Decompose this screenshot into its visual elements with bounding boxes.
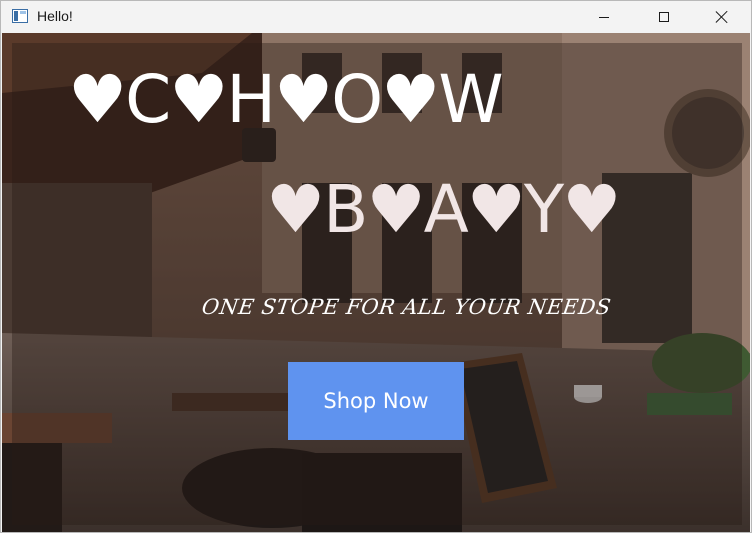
window-title: Hello! [37, 8, 73, 24]
close-icon [715, 10, 729, 24]
title-bar[interactable]: Hello! [1, 1, 751, 33]
hero-tagline: ONE STOPE FOR ALL YOUR NEEDS [200, 295, 613, 319]
main-content: ♥C♥H♥O♥W ♥B♥A♥Y♥ ONE STOPE FOR ALL YOUR … [2, 33, 750, 532]
hero-title-line2: ♥B♥A♥Y♥ [266, 171, 621, 248]
maximize-icon [659, 12, 669, 22]
shop-now-button[interactable]: Shop Now [288, 362, 464, 440]
minimize-button[interactable] [581, 1, 627, 33]
app-window-icon [12, 9, 28, 23]
maximize-button[interactable] [641, 1, 687, 33]
minimize-icon [599, 16, 609, 18]
app-window: Hello! ♥C♥H♥O♥W ♥B♥A♥Y♥ ONE STOPE FOR AL… [0, 0, 752, 533]
hero-title-line1: ♥C♥H♥O♥W [68, 61, 504, 138]
close-button[interactable] [699, 1, 745, 33]
